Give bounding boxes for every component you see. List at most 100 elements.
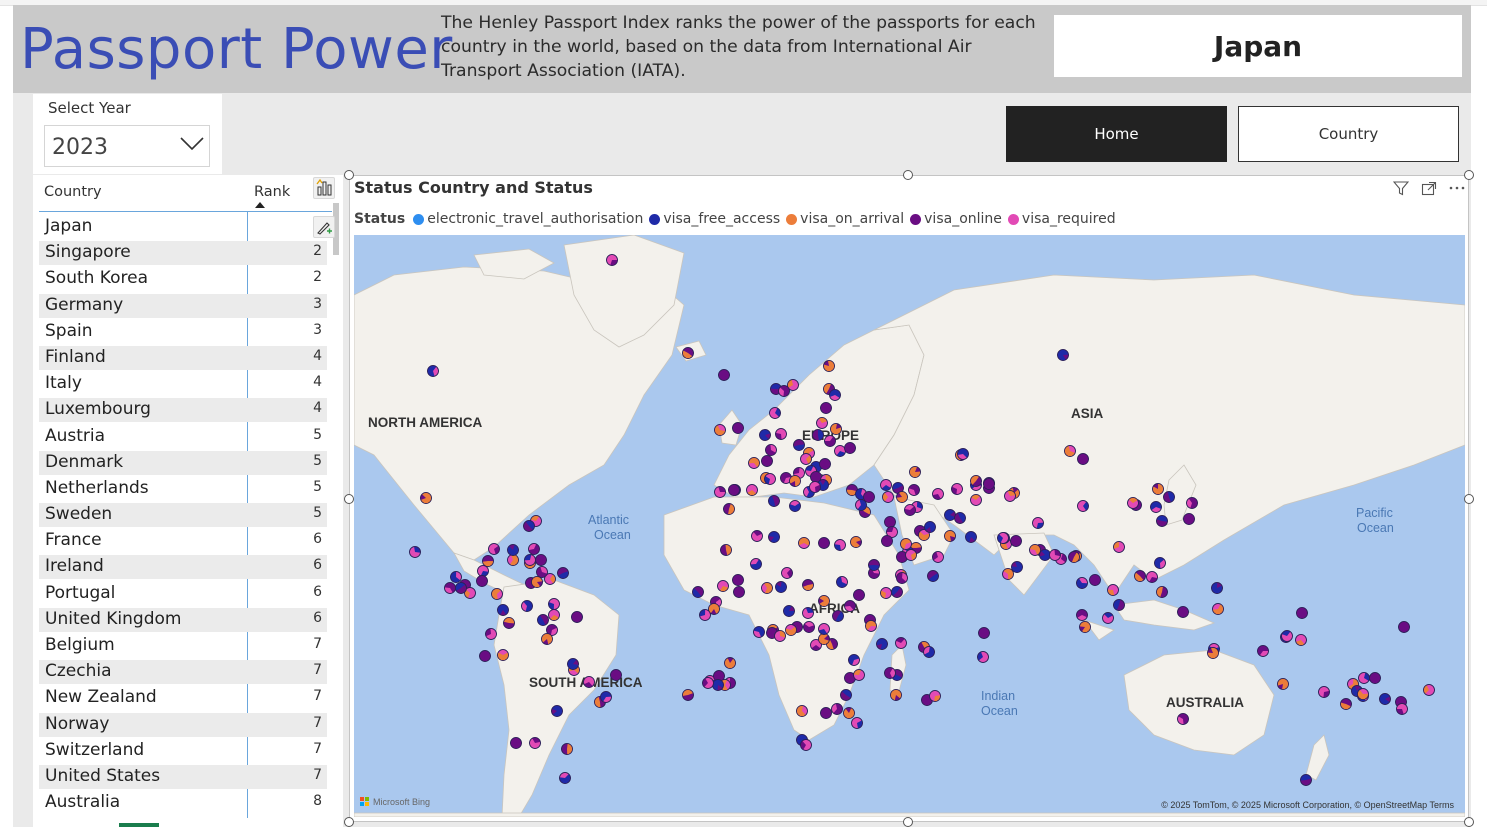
format-brush-icon[interactable]	[313, 216, 335, 238]
country-marker[interactable]	[541, 633, 553, 645]
table-row[interactable]: France 6	[39, 528, 327, 554]
table-row[interactable]: Switzerland 7	[39, 738, 327, 764]
country-marker[interactable]	[978, 627, 990, 639]
country-marker[interactable]	[768, 531, 780, 543]
country-marker[interactable]	[1186, 497, 1198, 509]
country-marker[interactable]	[748, 457, 760, 469]
country-marker[interactable]	[932, 488, 944, 500]
country-marker[interactable]	[970, 494, 982, 506]
resize-handle[interactable]	[344, 817, 354, 827]
country-marker[interactable]	[834, 445, 846, 457]
country-marker[interactable]	[561, 743, 573, 755]
country-marker[interactable]	[551, 705, 563, 717]
table-row[interactable]: Finland 4	[39, 345, 327, 371]
country-marker[interactable]	[733, 586, 745, 598]
country-marker[interactable]	[524, 554, 536, 566]
country-marker[interactable]	[1107, 584, 1119, 596]
country-marker[interactable]	[932, 551, 944, 563]
country-marker[interactable]	[909, 466, 921, 478]
country-marker[interactable]	[781, 567, 793, 579]
country-marker[interactable]	[904, 504, 916, 516]
country-marker[interactable]	[789, 475, 801, 487]
country-marker[interactable]	[853, 589, 865, 601]
table-row[interactable]: Norway 7	[39, 712, 327, 738]
resize-handle[interactable]	[903, 817, 913, 827]
country-marker[interactable]	[843, 707, 855, 719]
country-marker[interactable]	[1079, 621, 1091, 633]
country-marker[interactable]	[702, 677, 714, 689]
country-marker[interactable]	[723, 503, 735, 515]
column-header-country[interactable]: Country	[44, 184, 102, 200]
country-marker[interactable]	[1076, 577, 1088, 589]
country-marker[interactable]	[732, 574, 744, 586]
legend-item-eta[interactable]: electronic_travel_authorisation	[413, 211, 643, 227]
column-header-rank[interactable]: Rank	[254, 184, 290, 200]
focus-mode-icon[interactable]	[1421, 181, 1437, 196]
visual-header-chart-icon[interactable]	[313, 177, 335, 199]
country-marker[interactable]	[682, 347, 694, 359]
country-marker[interactable]	[890, 689, 902, 701]
country-marker[interactable]	[1295, 634, 1307, 646]
country-marker[interactable]	[491, 588, 503, 600]
country-marker[interactable]	[785, 624, 797, 636]
country-marker[interactable]	[724, 657, 736, 669]
country-marker[interactable]	[876, 638, 888, 650]
country-marker[interactable]	[485, 628, 497, 640]
country-marker[interactable]	[537, 614, 549, 626]
country-marker[interactable]	[884, 667, 896, 679]
table-row[interactable]: Belgium 7	[39, 633, 327, 659]
country-marker[interactable]	[823, 360, 835, 372]
country-marker[interactable]	[818, 623, 830, 635]
country-marker[interactable]	[420, 492, 432, 504]
country-marker[interactable]	[819, 458, 831, 470]
country-marker[interactable]	[600, 691, 612, 703]
country-marker[interactable]	[774, 630, 786, 642]
resize-handle[interactable]	[903, 170, 913, 180]
country-marker[interactable]	[812, 429, 824, 441]
country-marker[interactable]	[1010, 535, 1022, 547]
country-marker[interactable]	[720, 544, 732, 556]
country-marker[interactable]	[761, 455, 773, 467]
table-row[interactable]: Netherlands 5	[39, 476, 327, 502]
country-marker[interactable]	[1089, 574, 1101, 586]
country-marker[interactable]	[840, 689, 852, 701]
country-marker[interactable]	[1177, 713, 1189, 725]
country-marker[interactable]	[1039, 549, 1051, 561]
country-marker[interactable]	[732, 422, 744, 434]
country-marker[interactable]	[891, 586, 903, 598]
country-marker[interactable]	[775, 581, 787, 593]
table-row[interactable]: Denmark 5	[39, 450, 327, 476]
country-marker[interactable]	[997, 532, 1009, 544]
country-marker[interactable]	[1004, 490, 1016, 502]
country-marker[interactable]	[1398, 621, 1410, 633]
country-marker[interactable]	[977, 651, 989, 663]
table-row[interactable]: Japan	[39, 214, 327, 240]
country-marker[interactable]	[1163, 491, 1175, 503]
country-marker[interactable]	[850, 536, 862, 548]
country-marker[interactable]	[923, 646, 935, 658]
country-marker[interactable]	[1077, 500, 1089, 512]
table-row[interactable]: Sweden 5	[39, 502, 327, 528]
country-marker[interactable]	[783, 605, 795, 617]
resize-handle[interactable]	[1464, 494, 1474, 504]
table-row[interactable]: Australia 8	[39, 790, 327, 816]
country-marker[interactable]	[896, 491, 908, 503]
table-row[interactable]: New Zealand 7	[39, 685, 327, 711]
country-marker[interactable]	[1156, 515, 1168, 527]
country-marker[interactable]	[820, 707, 832, 719]
country-marker[interactable]	[450, 571, 462, 583]
country-marker[interactable]	[1102, 612, 1114, 624]
country-marker[interactable]	[844, 600, 856, 612]
country-marker[interactable]	[818, 595, 830, 607]
country-marker[interactable]	[488, 543, 500, 555]
country-marker[interactable]	[820, 402, 832, 414]
country-marker[interactable]	[455, 582, 467, 594]
country-marker[interactable]	[1281, 630, 1293, 642]
country-marker[interactable]	[851, 717, 863, 729]
country-marker[interactable]	[895, 637, 907, 649]
country-marker[interactable]	[682, 689, 694, 701]
country-marker[interactable]	[1146, 571, 1158, 583]
country-marker[interactable]	[507, 554, 519, 566]
country-marker[interactable]	[714, 486, 726, 498]
country-marker[interactable]	[848, 654, 860, 666]
